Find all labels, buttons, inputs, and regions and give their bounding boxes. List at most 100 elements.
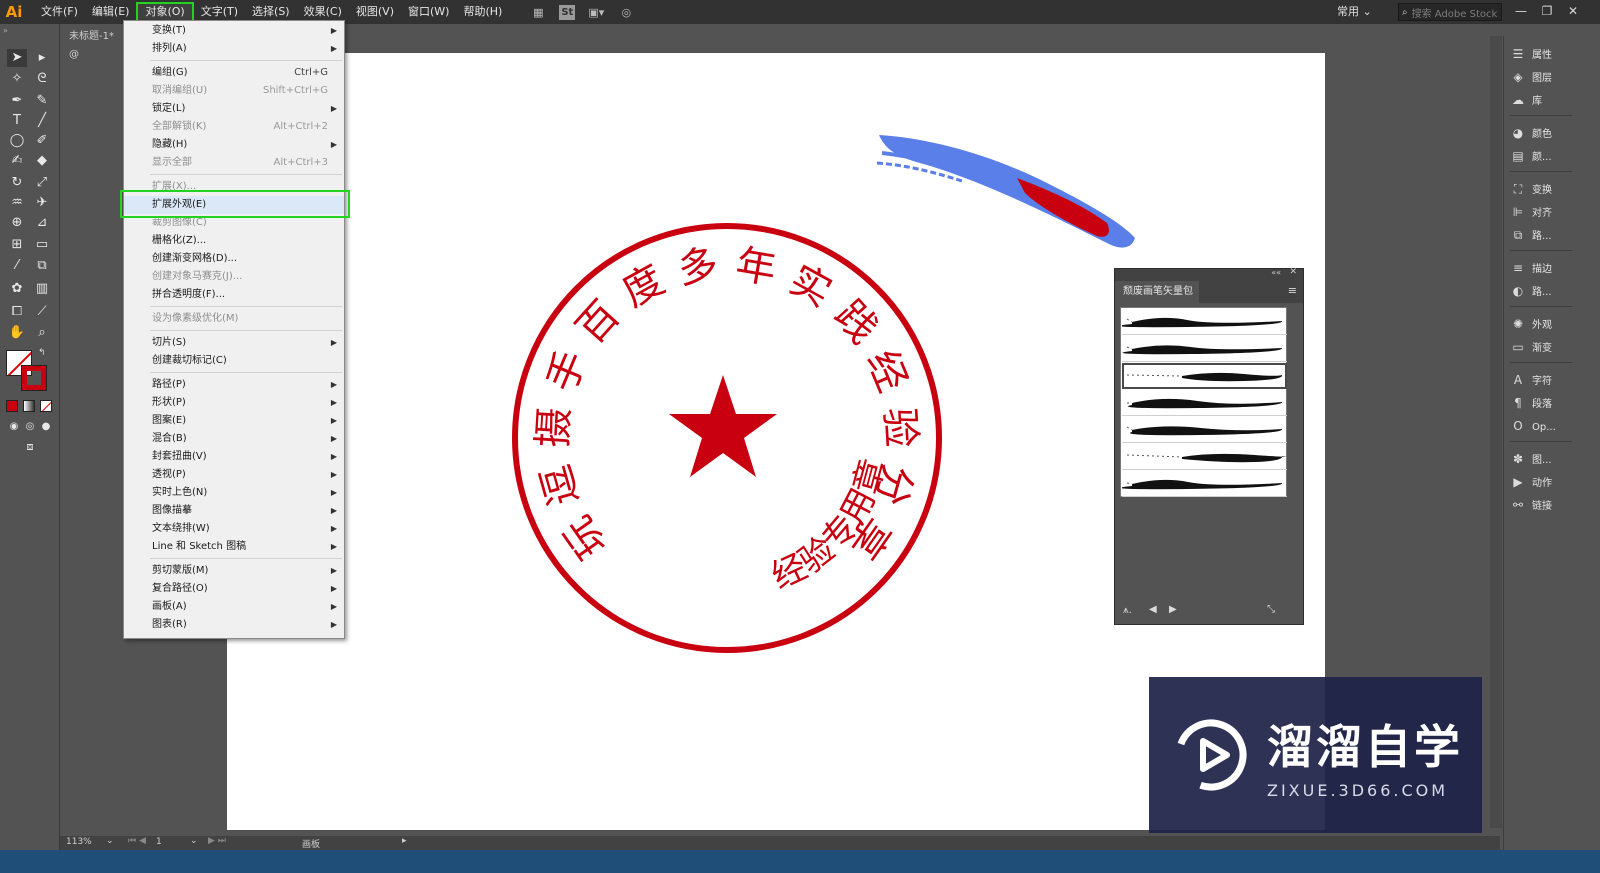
type-tool-icon[interactable]: T bbox=[7, 112, 27, 130]
shaper-tool-icon[interactable]: ✍ bbox=[7, 152, 27, 170]
dock-item[interactable]: ✺ 外观 bbox=[1510, 314, 1574, 334]
column-graph-tool-icon[interactable]: ▥ bbox=[32, 280, 52, 298]
dock-item[interactable]: ◐ 路... bbox=[1510, 281, 1574, 301]
dock-item[interactable]: ⊫ 对齐 bbox=[1510, 202, 1574, 222]
blend-tool-icon[interactable]: ⧉ bbox=[32, 257, 52, 275]
rotate-tool-icon[interactable]: ↻ bbox=[7, 174, 27, 192]
dock-item[interactable]: ¶ 段落 bbox=[1510, 393, 1574, 413]
restore-button[interactable]: ❐ bbox=[1536, 2, 1558, 20]
eyedropper-tool-icon[interactable]: ⁄ bbox=[7, 257, 27, 275]
object-menu-item[interactable]: 封套扭曲(V) ▶ bbox=[124, 448, 344, 466]
vertical-scrollbar[interactable] bbox=[1490, 36, 1502, 828]
status-mode[interactable]: 画板 bbox=[302, 837, 320, 850]
object-menu-item[interactable]: 全部解锁(K) Alt+Ctrl+2 bbox=[124, 118, 344, 136]
curvature-tool-icon[interactable]: ✎ bbox=[32, 92, 52, 110]
color-mode-icon[interactable] bbox=[6, 400, 18, 412]
brush-swatch[interactable] bbox=[1122, 417, 1287, 443]
minimize-button[interactable]: — bbox=[1510, 2, 1532, 20]
panel-menu-icon[interactable]: ≡ bbox=[1288, 284, 1297, 297]
artboard-tool-icon[interactable]: ⧠ bbox=[7, 303, 27, 321]
perspective-grid-tool-icon[interactable]: ⊿ bbox=[32, 214, 52, 232]
dock-item[interactable]: ⚯ 链接 bbox=[1510, 495, 1574, 515]
next-artboard-icon[interactable]: ▶ ⏭ bbox=[208, 836, 226, 846]
object-menu-item[interactable]: 实时上色(N) ▶ bbox=[124, 484, 344, 502]
pen-tool-icon[interactable]: ✒ bbox=[7, 92, 27, 110]
brush-stroke-artwork[interactable] bbox=[876, 135, 1135, 248]
close-panel-icon[interactable]: ✕ bbox=[1289, 267, 1297, 277]
dock-item[interactable]: ⛶ 变换 bbox=[1510, 179, 1574, 199]
screen-mode-icon[interactable]: ⧈ bbox=[20, 438, 40, 456]
zoom-dropdown-icon[interactable]: ⌄ bbox=[106, 836, 114, 846]
brush-swatch[interactable] bbox=[1122, 363, 1287, 389]
object-menu-item[interactable]: 文本绕排(W) ▶ bbox=[124, 520, 344, 538]
object-menu-item[interactable]: 切片(S) ▶ bbox=[124, 334, 344, 352]
place-brush-icon[interactable]: ⤡ bbox=[1267, 604, 1275, 615]
object-menu-item[interactable]: 创建对象马赛克(J)... bbox=[124, 268, 344, 286]
mesh-tool-icon[interactable]: ⊞ bbox=[7, 236, 27, 254]
artboard-dropdown-icon[interactable]: ⌄ bbox=[190, 836, 198, 846]
gpu-performance-icon[interactable]: ◎ bbox=[617, 4, 635, 20]
object-menu-item[interactable]: Line 和 Sketch 图稿 ▶ bbox=[124, 538, 344, 556]
dock-item[interactable]: ▶ 动作 bbox=[1510, 472, 1574, 492]
menu-7[interactable]: 窗口(W) bbox=[401, 2, 456, 22]
object-menu-item[interactable]: 编组(G) Ctrl+G bbox=[124, 64, 344, 82]
zoom-level[interactable]: 113% bbox=[66, 837, 92, 847]
warp-tool-icon[interactable]: ♒ bbox=[7, 194, 27, 212]
object-menu-item[interactable]: 图案(E) ▶ bbox=[124, 412, 344, 430]
paintbrush-tool-icon[interactable]: ✐ bbox=[32, 132, 52, 150]
close-button[interactable]: ✕ bbox=[1562, 2, 1584, 20]
brush-panel-tab[interactable]: 颓废画笔矢量包 bbox=[1115, 281, 1199, 303]
menu-8[interactable]: 帮助(H) bbox=[456, 2, 509, 22]
menu-1[interactable]: 编辑(E) bbox=[85, 2, 137, 22]
draw-inside-icon[interactable]: ● bbox=[36, 418, 56, 436]
object-menu-item[interactable]: 创建裁切标记(C) bbox=[124, 352, 344, 370]
dock-item[interactable]: ☁ 库 bbox=[1510, 90, 1574, 110]
object-menu-item[interactable]: 路径(P) ▶ bbox=[124, 376, 344, 394]
collapse-panel-icon[interactable]: «« bbox=[1271, 268, 1281, 277]
none-mode-icon[interactable] bbox=[40, 400, 52, 412]
selection-tool-icon[interactable]: ➤ bbox=[7, 49, 27, 67]
object-menu-item[interactable]: 排列(A) ▶ bbox=[124, 40, 344, 58]
eraser-tool-icon[interactable]: ◆ bbox=[32, 152, 52, 170]
zoom-tool-icon[interactable]: ⌕ bbox=[32, 324, 52, 342]
status-menu-icon[interactable]: ▸ bbox=[402, 836, 407, 846]
stroke-swatch[interactable] bbox=[21, 365, 47, 391]
dock-item[interactable]: ▭ 渐变 bbox=[1510, 337, 1574, 357]
brush-swatch[interactable] bbox=[1122, 336, 1287, 362]
dock-item[interactable]: ✽ 图... bbox=[1510, 449, 1574, 469]
dock-item[interactable]: A 字符 bbox=[1510, 370, 1574, 390]
dock-item[interactable]: O Op... bbox=[1510, 416, 1574, 436]
bridge-icon[interactable]: ▦ bbox=[529, 4, 547, 20]
hand-tool-icon[interactable]: ✋ bbox=[7, 324, 27, 342]
object-menu-item[interactable]: 锁定(L) ▶ bbox=[124, 100, 344, 118]
object-menu-item[interactable]: 透视(P) ▶ bbox=[124, 466, 344, 484]
scale-tool-icon[interactable]: ⤢ bbox=[32, 174, 52, 192]
magic-wand-tool-icon[interactable]: ✧ bbox=[7, 70, 27, 88]
object-menu-item[interactable]: 变换(T) ▶ bbox=[124, 22, 344, 40]
dock-item[interactable]: ◕ 颜色 bbox=[1510, 123, 1574, 143]
lasso-tool-icon[interactable]: ᘓ bbox=[32, 70, 52, 88]
artboard-number[interactable]: 1 bbox=[156, 837, 162, 847]
brush-swatch[interactable] bbox=[1119, 309, 1287, 335]
object-menu-item[interactable]: 隐藏(H) ▶ bbox=[124, 136, 344, 154]
object-menu-item[interactable]: 拼合透明度(F)... bbox=[124, 286, 344, 304]
brush-swatch[interactable] bbox=[1122, 444, 1287, 470]
dock-item[interactable]: ⧉ 路... bbox=[1510, 225, 1574, 245]
first-artboard-icon[interactable]: ⏮ ◀ bbox=[128, 836, 146, 846]
direct-selection-tool-icon[interactable]: ▸ bbox=[32, 49, 52, 67]
previous-library-icon[interactable]: ◀ bbox=[1149, 604, 1157, 615]
object-menu-item[interactable]: 图表(R) ▶ bbox=[124, 616, 344, 634]
menu-6[interactable]: 视图(V) bbox=[349, 2, 401, 22]
stock-icon[interactable]: St bbox=[559, 4, 576, 20]
menu-2[interactable]: 对象(O) bbox=[136, 2, 194, 22]
ellipse-tool-icon[interactable]: ◯ bbox=[7, 132, 27, 150]
swap-fill-stroke-icon[interactable]: ↰ bbox=[38, 348, 46, 358]
menu-5[interactable]: 效果(C) bbox=[297, 2, 349, 22]
stock-search-input[interactable]: ⌕ 搜索 Adobe Stock bbox=[1398, 3, 1502, 21]
document-tab[interactable]: 未标题-1* @ bbox=[63, 28, 123, 60]
gradient-mode-icon[interactable] bbox=[23, 400, 35, 412]
line-tool-icon[interactable]: ╱ bbox=[32, 112, 52, 130]
object-menu-item[interactable]: 形状(P) ▶ bbox=[124, 394, 344, 412]
object-menu-item[interactable]: 创建渐变网格(D)... bbox=[124, 250, 344, 268]
brush-swatch[interactable] bbox=[1122, 390, 1287, 416]
